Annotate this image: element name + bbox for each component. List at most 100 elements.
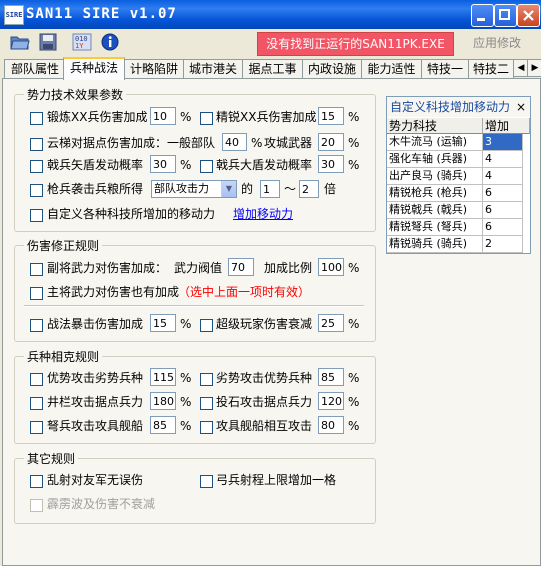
table-cell-tech[interactable]: 出产良马 (骑兵) (387, 168, 483, 185)
label-elite-bonus: 精锐XX兵伤害加成 (216, 110, 317, 124)
status-message: 没有找到正运行的SAN11PK.EXE (257, 32, 454, 56)
table-cell-tech[interactable]: 精锐弩兵 (弩兵) (387, 219, 483, 236)
select-raid-basis[interactable]: 部队攻击力 ▼ (151, 180, 237, 198)
table-cell-tech[interactable]: 精锐枪兵 (枪兵) (387, 185, 483, 202)
group-counter-rules-title: 兵种相克规则 (24, 348, 103, 365)
apply-changes-button[interactable]: 应用修改 (462, 32, 532, 54)
svg-text:1Y: 1Y (75, 42, 84, 50)
checkbox-super-player-decay[interactable] (200, 319, 213, 332)
checkbox-training-bonus[interactable] (30, 112, 43, 125)
checkbox-halberd-big-shield[interactable] (200, 160, 213, 173)
input-ladder-bonus[interactable]: 40 (222, 133, 247, 151)
tab-troop-tactics[interactable]: 兵种战法 (63, 57, 125, 80)
table-cell-add[interactable]: 2 (483, 236, 523, 253)
input-raid-max[interactable]: 2 (299, 180, 319, 198)
checkbox-custom-move[interactable] (30, 209, 43, 222)
label-archer-range: 弓兵射程上限增加一格 (216, 473, 337, 487)
group-tech-effects-title: 势力技术效果参数 (24, 86, 127, 103)
label-custom-move: 自定义各种科技所增加的移动力 (47, 207, 216, 221)
label-catapult-vs-base: 投石攻击据点兵力 (216, 395, 313, 409)
main-window: SIRE SAN11 SIRE v1.07 010 1Y 没有找到正运行的SAN… (0, 0, 541, 566)
checkbox-spear-raid-food[interactable] (30, 184, 43, 197)
tab-civil-facilities[interactable]: 内政设施 (302, 59, 362, 79)
input-catapult-vs-base[interactable]: 120 (318, 392, 344, 410)
table-cell-tech[interactable]: 强化车轴 (兵器) (387, 151, 483, 168)
settings-icon[interactable]: 010 1Y (72, 33, 92, 51)
table-cell-tech[interactable]: 木牛流马 (运输) (387, 134, 483, 151)
input-bonus-ratio[interactable]: 100 (318, 258, 344, 276)
minimize-button[interactable] (471, 4, 494, 27)
app-icon: SIRE (4, 5, 24, 25)
label-spear-raid-food: 枪兵袭击兵粮所得 (47, 182, 144, 196)
label-thunder-no-decay: 霹雳波及伤害不衰减 (47, 497, 156, 511)
group-damage-rules-title: 伤害修正规则 (24, 237, 103, 254)
tab-skills-one[interactable]: 特技一 (421, 59, 469, 79)
label-halberd-big-shield: 戟兵大盾发动概率 (216, 158, 313, 172)
table-cell-add[interactable]: 6 (483, 185, 523, 202)
checkbox-tower-vs-base[interactable] (30, 397, 43, 410)
checkbox-crossbow-vs-siege[interactable] (30, 421, 43, 434)
label-no-friendly-fire: 乱射对友军无误伤 (47, 473, 144, 487)
add-move-link[interactable]: 增加移动力 (233, 206, 293, 222)
tab-city-ports[interactable]: 城市港关 (183, 59, 243, 79)
input-siege-vs-siege[interactable]: 80 (318, 416, 344, 434)
unit-crossbow-vs-siege: % (180, 419, 192, 433)
info-icon[interactable] (100, 33, 120, 51)
table-cell-add[interactable]: 4 (483, 168, 523, 185)
input-crossbow-vs-siege[interactable]: 85 (150, 416, 176, 434)
table-cell-tech[interactable]: 精锐骑兵 (骑兵) (387, 236, 483, 253)
table-cell-add[interactable]: 3 (483, 134, 523, 151)
open-folder-icon[interactable] (10, 33, 30, 51)
input-training-bonus[interactable]: 10 (150, 107, 176, 125)
checkbox-halberd-arrow-shield[interactable] (30, 160, 43, 173)
checkbox-deputy-force[interactable] (30, 263, 43, 276)
input-halberd-arrow-shield[interactable]: 30 (150, 155, 176, 173)
tab-scroll-right[interactable]: ▶ (527, 59, 541, 77)
checkbox-adv-vs-disadv[interactable] (30, 373, 43, 386)
unit-siege-weapon: % (348, 136, 360, 150)
unit-crit-bonus: % (180, 317, 192, 331)
tech-table-close-button[interactable]: × (516, 97, 526, 117)
label-crossbow-vs-siege: 弩兵攻击攻具舰船 (47, 419, 144, 433)
tab-strategy-traps[interactable]: 计略陷阱 (124, 59, 184, 79)
checkbox-siege-vs-siege[interactable] (200, 421, 213, 434)
title-bar[interactable]: SIRE SAN11 SIRE v1.07 (0, 0, 541, 29)
table-cell-add[interactable]: 6 (483, 202, 523, 219)
checkbox-main-general-force[interactable] (30, 287, 43, 300)
checkbox-thunder-no-decay[interactable] (30, 499, 43, 512)
checkbox-elite-bonus[interactable] (200, 112, 213, 125)
chevron-down-icon[interactable]: ▼ (221, 181, 236, 197)
maximize-button[interactable] (494, 4, 517, 27)
input-halberd-big-shield[interactable]: 30 (318, 155, 344, 173)
input-siege-weapon[interactable]: 20 (318, 133, 344, 151)
col-header-add[interactable]: 增加 (483, 118, 530, 134)
input-disadv-vs-adv[interactable]: 85 (318, 368, 344, 386)
input-tower-vs-base[interactable]: 180 (150, 392, 176, 410)
label-force-threshold: 武力阀值 (174, 261, 223, 275)
checkbox-ladder-bonus[interactable] (30, 138, 43, 151)
checkbox-catapult-vs-base[interactable] (200, 397, 213, 410)
save-disk-icon[interactable] (38, 33, 58, 51)
input-force-threshold[interactable]: 70 (228, 258, 254, 276)
tab-skills-two[interactable]: 特技二 (468, 59, 514, 79)
table-cell-add[interactable]: 6 (483, 219, 523, 236)
checkbox-archer-range[interactable] (200, 475, 213, 488)
tab-ability-aptitude[interactable]: 能力适性 (361, 59, 422, 79)
input-super-player-decay[interactable]: 25 (318, 314, 344, 332)
input-adv-vs-disadv[interactable]: 115 (150, 368, 176, 386)
table-cell-add[interactable]: 4 (483, 151, 523, 168)
input-elite-bonus[interactable]: 15 (318, 107, 344, 125)
label-siege-vs-siege: 攻具舰船相互攻击 (216, 419, 313, 433)
tab-unit-attributes[interactable]: 部队属性 (4, 59, 66, 79)
input-raid-min[interactable]: 1 (260, 180, 280, 198)
label-super-player-decay: 超级玩家伤害衰减 (216, 317, 313, 331)
checkbox-crit-bonus[interactable] (30, 319, 43, 332)
table-cell-tech[interactable]: 精锐戟兵 (戟兵) (387, 202, 483, 219)
unit-tower-vs-base: % (180, 395, 192, 409)
tab-base-works[interactable]: 据点工事 (242, 59, 303, 79)
input-crit-bonus[interactable]: 15 (150, 314, 176, 332)
col-header-tech[interactable]: 势力科技 (387, 118, 483, 134)
checkbox-no-friendly-fire[interactable] (30, 475, 43, 488)
close-button[interactable] (517, 4, 540, 27)
checkbox-disadv-vs-adv[interactable] (200, 373, 213, 386)
